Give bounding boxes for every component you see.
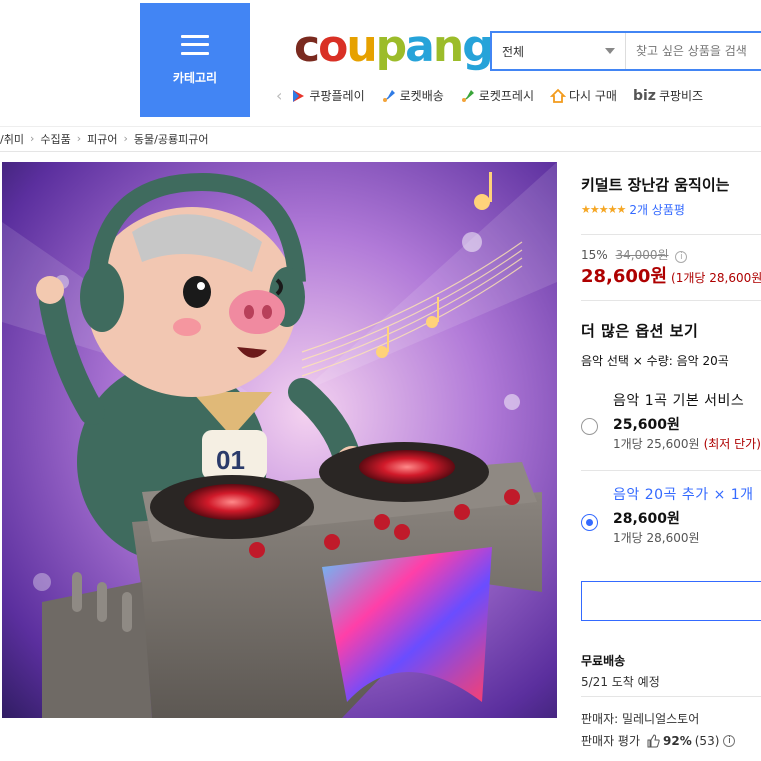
- subnav-item-coupang-biz[interactable]: biz 쿠팡비즈: [633, 87, 703, 104]
- subnav-label: 로켓배송: [399, 89, 444, 103]
- search-input[interactable]: [626, 44, 761, 58]
- chevron-left-icon[interactable]: ‹: [276, 86, 282, 105]
- breadcrumb-item[interactable]: 피규어: [87, 131, 117, 147]
- review-count-link[interactable]: 2개 상품평: [629, 201, 685, 218]
- quantity-box[interactable]: [581, 581, 761, 621]
- unit-price: (1개당 28,600원): [671, 271, 761, 285]
- option-radio[interactable]: [581, 418, 598, 435]
- rocket-delivery-icon: [382, 89, 395, 102]
- delivery-date: 5/21 도착 예정: [581, 675, 660, 689]
- product-title: 키덜트 장난감 움직이는: [581, 176, 730, 194]
- option-item[interactable]: 음악 1곡 기본 서비스 25,600원 1개당 25,600원 (최저 단가): [581, 390, 761, 470]
- option-unit-price: 1개당 25,600원 (최저 단가): [613, 435, 761, 452]
- subnav-item-rebuy[interactable]: 다시 구매: [549, 87, 617, 104]
- breadcrumb-item[interactable]: /취미: [0, 131, 24, 147]
- sale-price: 28,600원: [581, 266, 668, 287]
- option-summary: 음악 선택 × 수량: 음악 20곡: [581, 354, 729, 368]
- seller-rating-percent: 92%: [663, 733, 692, 748]
- option-price: 28,600원: [613, 511, 680, 527]
- product-image[interactable]: 01: [2, 162, 557, 718]
- subnav-label: 로켓프레시: [478, 89, 534, 103]
- subnav-item-coupang-play[interactable]: 쿠팡플레이: [290, 87, 365, 104]
- search-scope-select[interactable]: 전체: [492, 33, 626, 69]
- search-scope-value: 전체: [502, 44, 525, 59]
- option-name: 음악 20곡 추가 × 1개: [613, 487, 754, 503]
- chevron-right-icon: ›: [76, 132, 82, 145]
- play-icon: [293, 89, 305, 102]
- option-unit-text: 1개당 25,600원: [613, 437, 700, 451]
- subnav-label: 쿠팡비즈: [658, 89, 704, 103]
- option-radio-selected[interactable]: [581, 514, 598, 531]
- more-options-header[interactable]: 더 많은 옵션 보기: [581, 320, 698, 341]
- breadcrumb-item[interactable]: 동물/공룡피규어: [134, 131, 209, 147]
- chevron-right-icon: ›: [29, 132, 35, 145]
- divider: [581, 470, 761, 471]
- seller-rating: 판매자 평가 92% (53) i: [581, 732, 736, 749]
- sub-navigation: ‹ 쿠팡플레이 로켓배송 로켓프레시 다시 구매 biz 쿠팡비즈: [276, 86, 719, 105]
- divider: [0, 151, 761, 152]
- category-button[interactable]: 카테고리: [140, 3, 250, 117]
- subnav-label: 다시 구매: [568, 89, 617, 103]
- breadcrumb-item[interactable]: 수집품: [40, 131, 70, 147]
- product-rating[interactable]: ★★★★★ 2개 상품평: [581, 201, 761, 218]
- chevron-right-icon: ›: [123, 132, 128, 145]
- category-label: 카테고리: [172, 70, 218, 85]
- option-name: 음악 1곡 기본 서비스: [613, 393, 745, 409]
- subnav-item-rocket-delivery[interactable]: 로켓배송: [381, 87, 444, 104]
- seller-name[interactable]: 판매자: 밀레니얼스토어: [581, 710, 699, 727]
- thumbs-up-icon: [647, 733, 660, 747]
- option-item-selected[interactable]: 음악 20곡 추가 × 1개 28,600원 1개당 28,600원: [581, 484, 761, 564]
- header: 카테고리 coupang 전체 ‹ 쿠팡플레이 로켓배송 로켓프레시 다시 구매: [0, 0, 761, 122]
- house-icon: [549, 88, 566, 103]
- dj-pig-toy-illustration: 01: [2, 162, 557, 718]
- subnav-item-rocket-fresh[interactable]: 로켓프레시: [460, 87, 534, 104]
- shipping-label: 무료배송: [581, 654, 626, 668]
- divider: [581, 300, 761, 301]
- breadcrumb: /취미 › 수집품 › 피규어 › 동물/공룡피규어: [0, 126, 761, 150]
- rocket-fresh-icon: [461, 89, 474, 102]
- subnav-label: 쿠팡플레이: [309, 89, 365, 103]
- info-icon[interactable]: i: [723, 734, 736, 747]
- seller-rating-label: 판매자 평가: [581, 734, 641, 748]
- lowest-unit-badge: (최저 단가): [703, 437, 761, 451]
- biz-icon: biz: [632, 87, 656, 104]
- seller-rating-count: (53): [694, 733, 720, 748]
- search-bar: 전체: [490, 31, 761, 71]
- hamburger-icon: [181, 34, 209, 55]
- product-info-panel: 키덜트 장난감 움직이는 ★★★★★ 2개 상품평 15% 34,000원 i …: [581, 162, 761, 761]
- price-row: 28,600원 (1개당 28,600원): [581, 262, 761, 288]
- star-rating-icon: ★★★★★: [581, 203, 626, 216]
- discount-row: 15% 34,000원 i: [581, 246, 688, 263]
- original-price: 34,000원: [615, 248, 669, 262]
- chevron-down-icon: [605, 48, 615, 54]
- option-unit-price: 1개당 28,600원: [613, 531, 700, 545]
- divider: [581, 234, 761, 235]
- divider: [581, 696, 761, 697]
- shirt-number: 01: [216, 445, 245, 475]
- discount-rate: 15%: [581, 248, 608, 262]
- option-price: 25,600원: [613, 417, 680, 433]
- coupang-logo[interactable]: coupang: [294, 22, 494, 72]
